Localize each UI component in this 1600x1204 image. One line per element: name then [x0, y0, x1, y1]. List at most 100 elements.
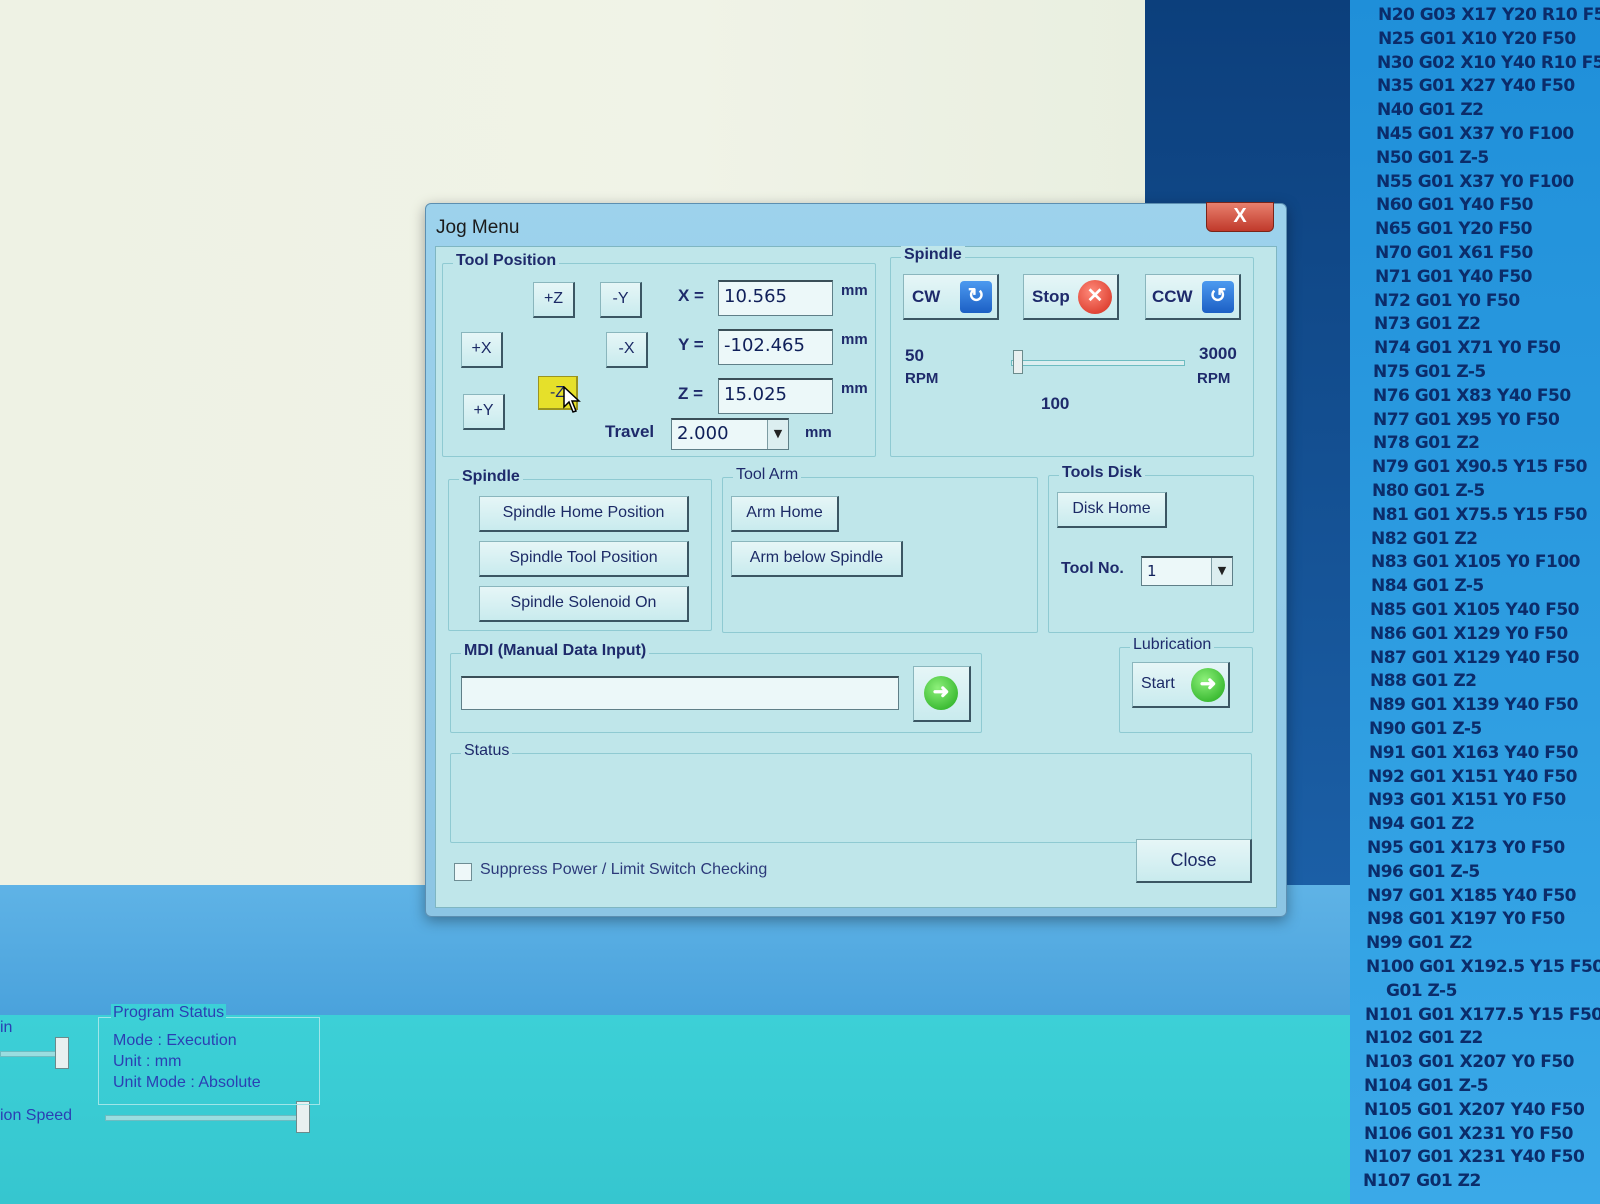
spindle-label: Spindle	[459, 468, 523, 486]
gcode-line[interactable]: N102 G01 Z2	[1365, 1028, 1483, 1048]
gcode-line[interactable]: N74 G01 X71 Y0 F50	[1374, 338, 1561, 358]
gcode-line[interactable]: N82 G01 Z2	[1371, 529, 1478, 549]
rpm-min-value: 50	[905, 346, 924, 365]
y-label: Y =	[678, 335, 704, 354]
gcode-line[interactable]: N20 G03 X17 Y20 R10 F50	[1378, 5, 1600, 25]
gcode-line[interactable]: N55 G01 X37 Y0 F100	[1376, 172, 1574, 192]
rpm-max-value: 3000	[1199, 344, 1237, 363]
gcode-line[interactable]: N98 G01 X197 Y0 F50	[1367, 909, 1565, 929]
gcode-line[interactable]: N101 G01 X177.5 Y15 F50	[1365, 1005, 1600, 1025]
spindle-home-position-button[interactable]: Spindle Home Position	[479, 496, 689, 532]
gcode-line[interactable]: N85 G01 X105 Y40 F50	[1370, 600, 1580, 620]
gcode-line[interactable]: N70 G01 X61 F50	[1375, 243, 1533, 263]
arrow-right-icon: ➜	[924, 676, 958, 710]
plus-z-button[interactable]: +Z	[533, 282, 575, 318]
tool-arm-label: Tool Arm	[733, 466, 802, 484]
gcode-line[interactable]: N79 G01 X90.5 Y15 F50	[1372, 457, 1587, 477]
gcode-line[interactable]: N60 G01 Y40 F50	[1376, 195, 1534, 215]
spindle-cw-button[interactable]: CW ↻	[903, 274, 999, 320]
close-icon[interactable]: X	[1206, 202, 1274, 232]
tool-no-label: Tool No.	[1061, 560, 1124, 577]
gcode-line[interactable]: N76 G01 X83 Y40 F50	[1373, 386, 1571, 406]
gcode-line[interactable]: N106 G01 X231 Y0 F50	[1364, 1124, 1574, 1144]
gcode-line[interactable]: N45 G01 X37 Y0 F100	[1376, 124, 1574, 144]
gcode-line[interactable]: N81 G01 X75.5 Y15 F50	[1372, 505, 1587, 525]
gcode-line[interactable]: N65 G01 Y20 F50	[1375, 219, 1533, 239]
gcode-line[interactable]: G01 Z-5	[1386, 981, 1457, 1001]
gcode-line[interactable]: N89 G01 X139 Y40 F50	[1369, 695, 1579, 715]
rpm-slider-thumb[interactable]	[1013, 350, 1023, 374]
travel-select[interactable]: 2.000 ▼	[671, 418, 789, 450]
gcode-line[interactable]: N104 G01 Z-5	[1364, 1076, 1489, 1096]
bottom-control-panel: in ion Speed Program Status Mode : Execu…	[0, 1004, 1350, 1204]
tool-arm-group: Tool Arm Arm Home Arm below Spindle	[722, 466, 1038, 633]
gcode-line[interactable]: N94 G01 Z2	[1368, 814, 1475, 834]
gcode-line[interactable]: N80 G01 Z-5	[1372, 481, 1485, 501]
gcode-line[interactable]: N73 G01 Z2	[1374, 314, 1481, 334]
gcode-line[interactable]: N99 G01 Z2	[1366, 933, 1473, 953]
plus-x-button[interactable]: +X	[461, 332, 503, 368]
gcode-line[interactable]: N107 G01 X231 Y40 F50	[1364, 1147, 1585, 1167]
mdi-input[interactable]	[461, 676, 899, 710]
z-position-field[interactable]: 15.025	[718, 378, 833, 414]
gcode-line[interactable]: N103 G01 X207 Y0 F50	[1365, 1052, 1575, 1072]
close-button[interactable]: Close	[1136, 839, 1252, 883]
y-position-field[interactable]: -102.465	[718, 329, 833, 365]
speed-slider-track	[105, 1115, 307, 1121]
gcode-line[interactable]: N92 G01 X151 Y40 F50	[1368, 767, 1578, 787]
gcode-line[interactable]: N35 G01 X27 Y40 F50	[1377, 76, 1575, 96]
suppress-checkbox[interactable]	[454, 863, 472, 881]
mdi-group: MDI (Manual Data Input) ➜	[450, 642, 982, 733]
gcode-line[interactable]: N90 G01 Z-5	[1369, 719, 1482, 739]
gcode-line[interactable]: N86 G01 X129 Y0 F50	[1370, 624, 1568, 644]
gcode-line[interactable]: N91 G01 X163 Y40 F50	[1369, 743, 1579, 763]
gcode-line[interactable]: N71 G01 Y40 F50	[1375, 267, 1533, 287]
rpm-min-unit: RPM	[905, 370, 939, 387]
gcode-line[interactable]: N105 G01 X207 Y40 F50	[1364, 1100, 1585, 1120]
gcode-line[interactable]: N88 G01 Z2	[1370, 671, 1477, 691]
speed-slider-thumb[interactable]	[296, 1101, 310, 1133]
lubrication-start-button[interactable]: Start ➜	[1132, 662, 1230, 708]
gcode-line[interactable]: N72 G01 Y0 F50	[1374, 291, 1520, 311]
left-slider-thumb[interactable]	[55, 1037, 69, 1069]
mdi-execute-button[interactable]: ➜	[913, 666, 971, 722]
spindle-tool-position-button[interactable]: Spindle Tool Position	[479, 541, 689, 577]
stop-icon: ✕	[1078, 280, 1112, 314]
minus-x-button[interactable]: -X	[606, 332, 648, 368]
gcode-line[interactable]: N75 G01 Z-5	[1373, 362, 1486, 382]
rotate-ccw-icon: ↺	[1202, 281, 1234, 313]
gcode-line[interactable]: N97 G01 X185 Y40 F50	[1367, 886, 1577, 906]
unit-mode-text: Unit Mode : Absolute	[113, 1074, 261, 1091]
spindle-ccw-button[interactable]: CCW ↺	[1145, 274, 1241, 320]
gcode-list[interactable]: N20 G03 X17 Y20 R10 F50 N25 G01 X10 Y20 F…	[1350, 0, 1600, 1204]
x-position-field[interactable]: 10.565	[718, 280, 833, 316]
arm-home-button[interactable]: Arm Home	[731, 496, 839, 532]
minus-y-button[interactable]: -Y	[600, 282, 642, 318]
gcode-line[interactable]: N40 G01 Z2	[1377, 100, 1484, 120]
gcode-line[interactable]: N95 G01 X173 Y0 F50	[1367, 838, 1565, 858]
gcode-line[interactable]: N87 G01 X129 Y40 F50	[1370, 648, 1580, 668]
gcode-line[interactable]: N84 G01 Z-5	[1371, 576, 1484, 596]
spindle-solenoid-on-button[interactable]: Spindle Solenoid On	[479, 586, 689, 622]
gcode-line[interactable]: N50 G01 Z-5	[1376, 148, 1489, 168]
tool-no-select[interactable]: 1 ▼	[1141, 556, 1233, 586]
tools-disk-group: Tools Disk Disk Home Tool No. 1 ▼	[1048, 464, 1254, 633]
disk-home-button[interactable]: Disk Home	[1057, 492, 1167, 528]
gcode-line[interactable]: N77 G01 X95 Y0 F50	[1373, 410, 1560, 430]
tool-position-group: Tool Position +Z -Y +X -X +Y -Z X = 10.5…	[442, 252, 876, 457]
gcode-line[interactable]: N30 G02 X10 Y40 R10 F50	[1377, 53, 1600, 73]
chevron-down-icon[interactable]: ▼	[1211, 558, 1232, 585]
gcode-line[interactable]: N96 G01 Z-5	[1367, 862, 1480, 882]
plus-y-button[interactable]: +Y	[463, 394, 505, 430]
arm-below-spindle-button[interactable]: Arm below Spindle	[731, 541, 903, 577]
spindle-stop-button[interactable]: Stop ✕	[1023, 274, 1119, 320]
chevron-down-icon[interactable]: ▼	[767, 420, 788, 449]
gcode-line[interactable]: N25 G01 X10 Y20 F50	[1378, 29, 1576, 49]
dialog-client: Tool Position +Z -Y +X -X +Y -Z X = 10.5…	[435, 246, 1277, 908]
gcode-line[interactable]: N107 G01 Z2	[1363, 1171, 1481, 1191]
gcode-line[interactable]: N83 G01 X105 Y0 F100	[1371, 552, 1581, 572]
gcode-line[interactable]: N93 G01 X151 Y0 F50	[1368, 790, 1566, 810]
rpm-slider-track	[1011, 360, 1185, 366]
gcode-line[interactable]: N78 G01 Z2	[1373, 433, 1480, 453]
gcode-line[interactable]: N100 G01 X192.5 Y15 F50	[1366, 957, 1600, 977]
